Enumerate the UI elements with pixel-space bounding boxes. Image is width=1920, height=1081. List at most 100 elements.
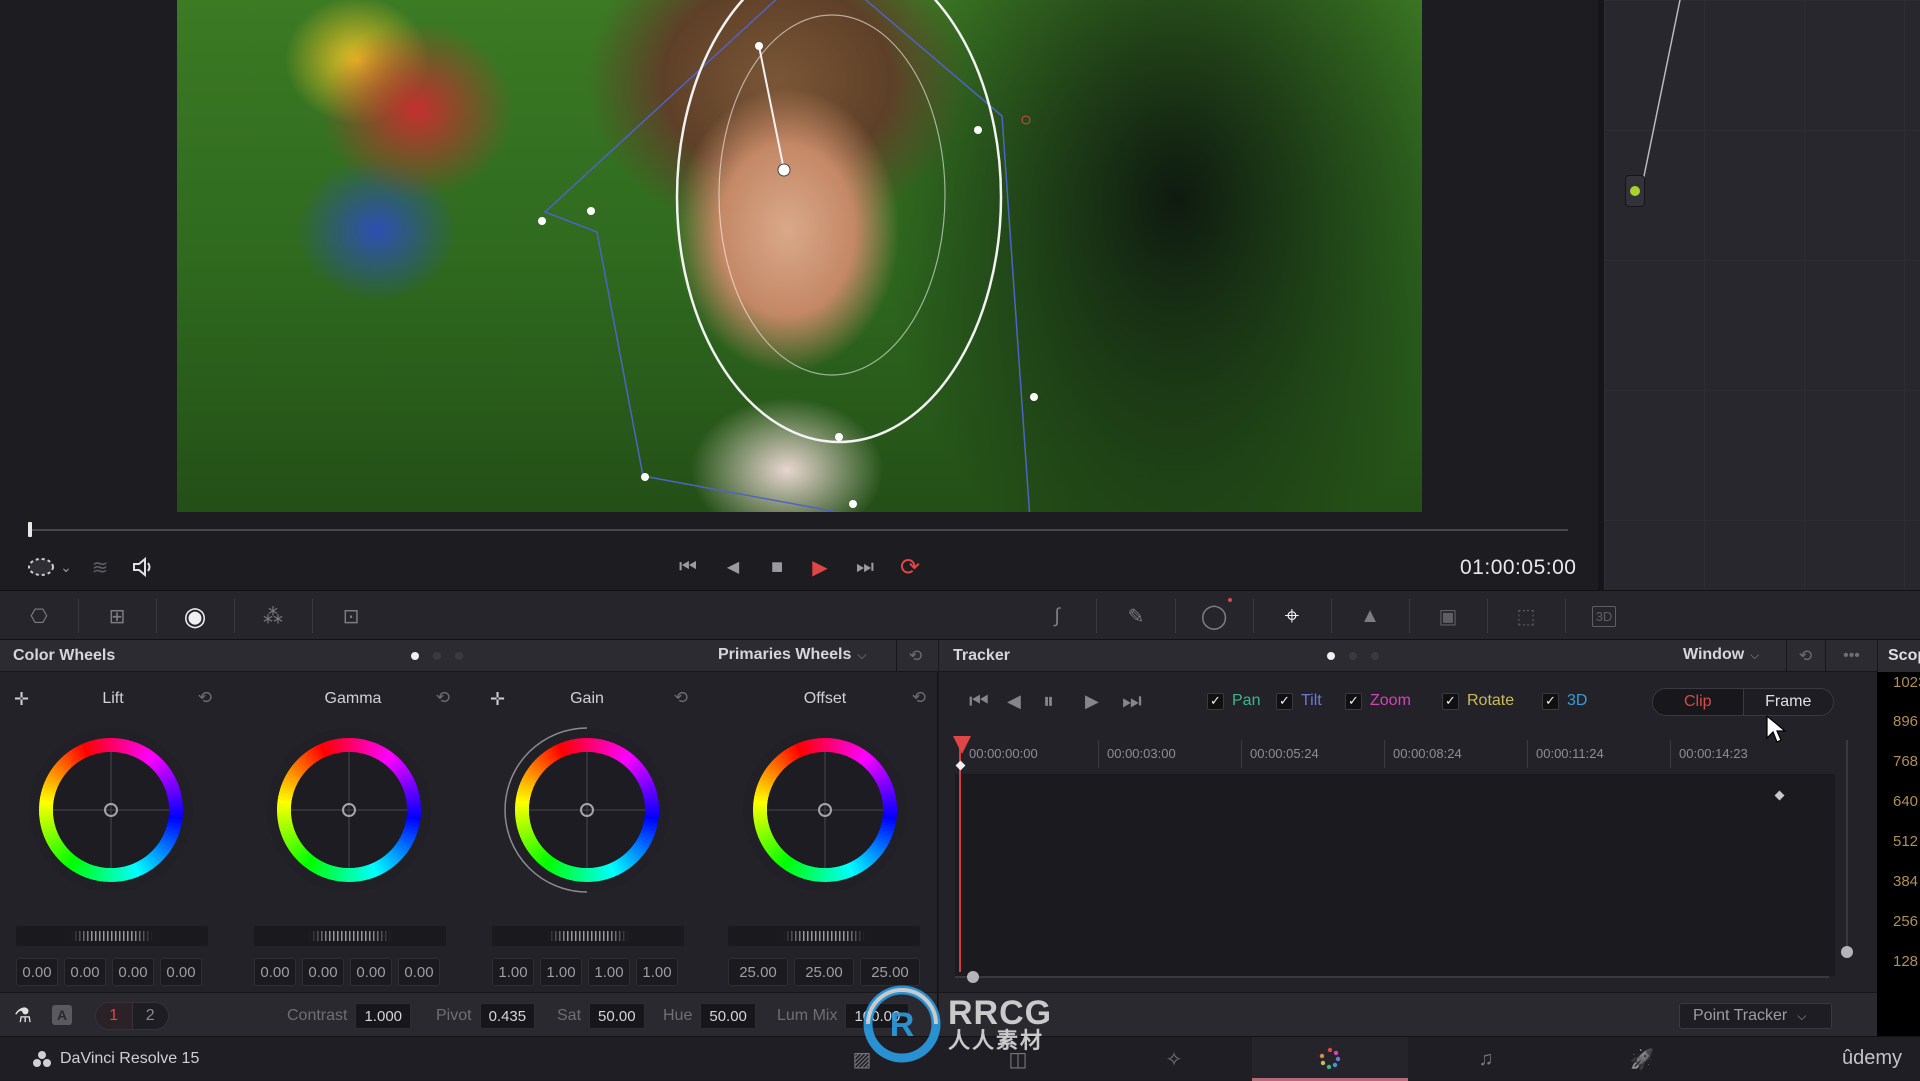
value-b[interactable]: 0.00 xyxy=(160,958,202,986)
horizontal-zoom-track[interactable] xyxy=(955,976,1829,978)
window-handle[interactable] xyxy=(974,126,982,134)
value-r[interactable]: 0.00 xyxy=(302,958,344,986)
node-editor[interactable] xyxy=(1598,0,1920,590)
node-output[interactable] xyxy=(1625,175,1645,207)
viewer-scrubber-handle[interactable] xyxy=(28,522,32,537)
value-g[interactable]: 25.00 xyxy=(794,958,854,986)
window-button[interactable]: ◯ xyxy=(1175,595,1253,637)
value-y[interactable]: 0.00 xyxy=(254,958,296,986)
pivot-input[interactable]: 0.435 xyxy=(480,1003,536,1029)
master-wheel-slider[interactable] xyxy=(492,926,684,946)
fairlight-page-tab[interactable]: ♫ xyxy=(1408,1037,1564,1081)
curves-button[interactable]: ∫ xyxy=(1018,595,1096,637)
speaker-icon[interactable] xyxy=(128,552,158,582)
pan-checkbox[interactable]: ✓Pan xyxy=(1207,692,1260,710)
vertical-zoom-handle[interactable] xyxy=(1841,946,1853,958)
frame-mode-button[interactable]: Frame xyxy=(1743,689,1834,715)
window-handle[interactable] xyxy=(835,433,843,441)
zoom-checkbox[interactable]: ✓Zoom xyxy=(1345,692,1411,710)
play-icon[interactable]: ▶ xyxy=(807,552,833,582)
window-handle[interactable] xyxy=(1030,393,1038,401)
tracker-graph[interactable]: 00:00:00:00 00:00:03:00 00:00:05:24 00:0… xyxy=(955,736,1835,976)
power-window-overlay[interactable] xyxy=(177,0,1422,512)
track-forward-to-end-icon[interactable]: ⏭ xyxy=(1122,688,1142,714)
camera-raw-button[interactable]: ⎔ xyxy=(0,595,78,637)
wheels-page-1-tab[interactable]: 1 xyxy=(96,1003,132,1029)
color-wheels-button[interactable]: ◉ xyxy=(156,595,234,637)
value-b[interactable]: 0.00 xyxy=(398,958,440,986)
qualifier-button[interactable]: ✎ xyxy=(1097,595,1175,637)
value-b[interactable]: 25.00 xyxy=(860,958,920,986)
track-forward-icon[interactable]: ▶ xyxy=(1085,691,1099,712)
color-page-tab[interactable] xyxy=(1252,1037,1408,1081)
window-center-handle[interactable] xyxy=(778,164,790,176)
3d-button[interactable]: 3D xyxy=(1565,595,1643,637)
blur-button[interactable]: ▲ xyxy=(1331,595,1409,637)
track-reverse-to-start-icon[interactable]: ⏮ xyxy=(969,688,989,714)
reset-icon[interactable]: ⟲ xyxy=(674,688,688,708)
keyframe-end-icon[interactable] xyxy=(1775,791,1785,801)
value-r[interactable]: 1.00 xyxy=(540,958,582,986)
track-reverse-icon[interactable]: ◀ xyxy=(1007,691,1021,712)
more-options-button[interactable]: ••• xyxy=(1825,640,1877,672)
color-wheel[interactable] xyxy=(502,716,672,906)
go-to-end-icon[interactable]: ⏭ xyxy=(850,552,880,582)
chevron-down-icon[interactable]: ⌄ xyxy=(58,552,74,582)
window-handle[interactable] xyxy=(1022,116,1030,124)
sizing-button[interactable]: ⬚ xyxy=(1487,595,1565,637)
clip-mode-button[interactable]: Clip xyxy=(1653,689,1743,715)
window-inner-ellipse[interactable] xyxy=(677,0,1001,442)
value-r[interactable]: 25.00 xyxy=(728,958,788,986)
3d-checkbox[interactable]: ✓3D xyxy=(1542,692,1587,710)
go-to-start-icon[interactable]: ⏮ xyxy=(672,552,704,582)
page-indicator[interactable] xyxy=(411,652,463,660)
window-shape-icon[interactable] xyxy=(24,552,58,582)
color-match-button[interactable]: ⊞ xyxy=(78,595,156,637)
sat-input[interactable]: 50.00 xyxy=(589,1003,645,1029)
key-button[interactable]: ▣ xyxy=(1409,595,1487,637)
value-r[interactable]: 0.00 xyxy=(64,958,106,986)
reset-button[interactable]: ⟲ xyxy=(1786,640,1824,672)
tracker-timeline-ruler[interactable]: 00:00:00:00 00:00:03:00 00:00:05:24 00:0… xyxy=(955,736,1835,774)
motion-effects-button[interactable]: ⊡ xyxy=(312,595,390,637)
color-wheel[interactable] xyxy=(26,716,196,906)
value-g[interactable]: 0.00 xyxy=(112,958,154,986)
tracker-playhead[interactable] xyxy=(959,736,961,972)
pause-tracking-icon[interactable]: ⏸ xyxy=(1043,688,1054,714)
page-indicator[interactable] xyxy=(1327,652,1379,660)
window-softness-polygon[interactable] xyxy=(545,0,1032,512)
rotate-checkbox[interactable]: ✓Rotate xyxy=(1442,692,1514,710)
window-handle[interactable] xyxy=(641,473,649,481)
value-y[interactable]: 0.00 xyxy=(16,958,58,986)
fusion-page-tab[interactable]: ✧ xyxy=(1096,1037,1252,1081)
reset-icon[interactable]: ⟲ xyxy=(198,688,212,708)
rgb-mixer-button[interactable]: ⁂ xyxy=(234,595,312,637)
color-wheel[interactable] xyxy=(740,716,910,906)
layers-icon[interactable]: ≋ xyxy=(86,552,114,582)
window-handle[interactable] xyxy=(849,500,857,508)
stop-icon[interactable]: ■ xyxy=(764,552,790,582)
auto-balance-icon[interactable]: ⚗ xyxy=(14,1003,32,1028)
color-wheel[interactable] xyxy=(264,716,434,906)
wheels-mode-dropdown[interactable]: Primaries Wheels⌵ xyxy=(718,646,867,664)
contrast-input[interactable]: 1.000 xyxy=(355,1003,411,1029)
reset-all-button[interactable]: ⟲ xyxy=(896,640,934,672)
viewer-scrubber-track[interactable] xyxy=(30,529,1568,531)
tracker-button[interactable]: ⌖ xyxy=(1253,595,1331,637)
reset-icon[interactable]: ⟲ xyxy=(436,688,450,708)
auto-color-button[interactable]: A xyxy=(52,1005,72,1025)
tilt-checkbox[interactable]: ✓Tilt xyxy=(1276,692,1322,710)
hue-input[interactable]: 50.00 xyxy=(700,1003,756,1029)
vertical-zoom-track[interactable] xyxy=(1846,740,1848,952)
tracker-type-dropdown[interactable]: Point Tracker⌵ xyxy=(1679,1003,1832,1029)
reset-icon[interactable]: ⟲ xyxy=(912,688,926,708)
value-g[interactable]: 1.00 xyxy=(588,958,630,986)
tracker-mode-dropdown[interactable]: Window⌵ xyxy=(1683,646,1759,664)
playhead-marker-icon[interactable] xyxy=(953,736,971,754)
deliver-page-tab[interactable]: 🚀 xyxy=(1564,1037,1720,1081)
value-g[interactable]: 0.00 xyxy=(350,958,392,986)
window-rotation-handle[interactable] xyxy=(755,42,763,50)
video-frame[interactable] xyxy=(177,0,1422,512)
loop-icon[interactable]: ⟳ xyxy=(895,552,925,582)
wheels-page-2-tab[interactable]: 2 xyxy=(132,1003,169,1029)
